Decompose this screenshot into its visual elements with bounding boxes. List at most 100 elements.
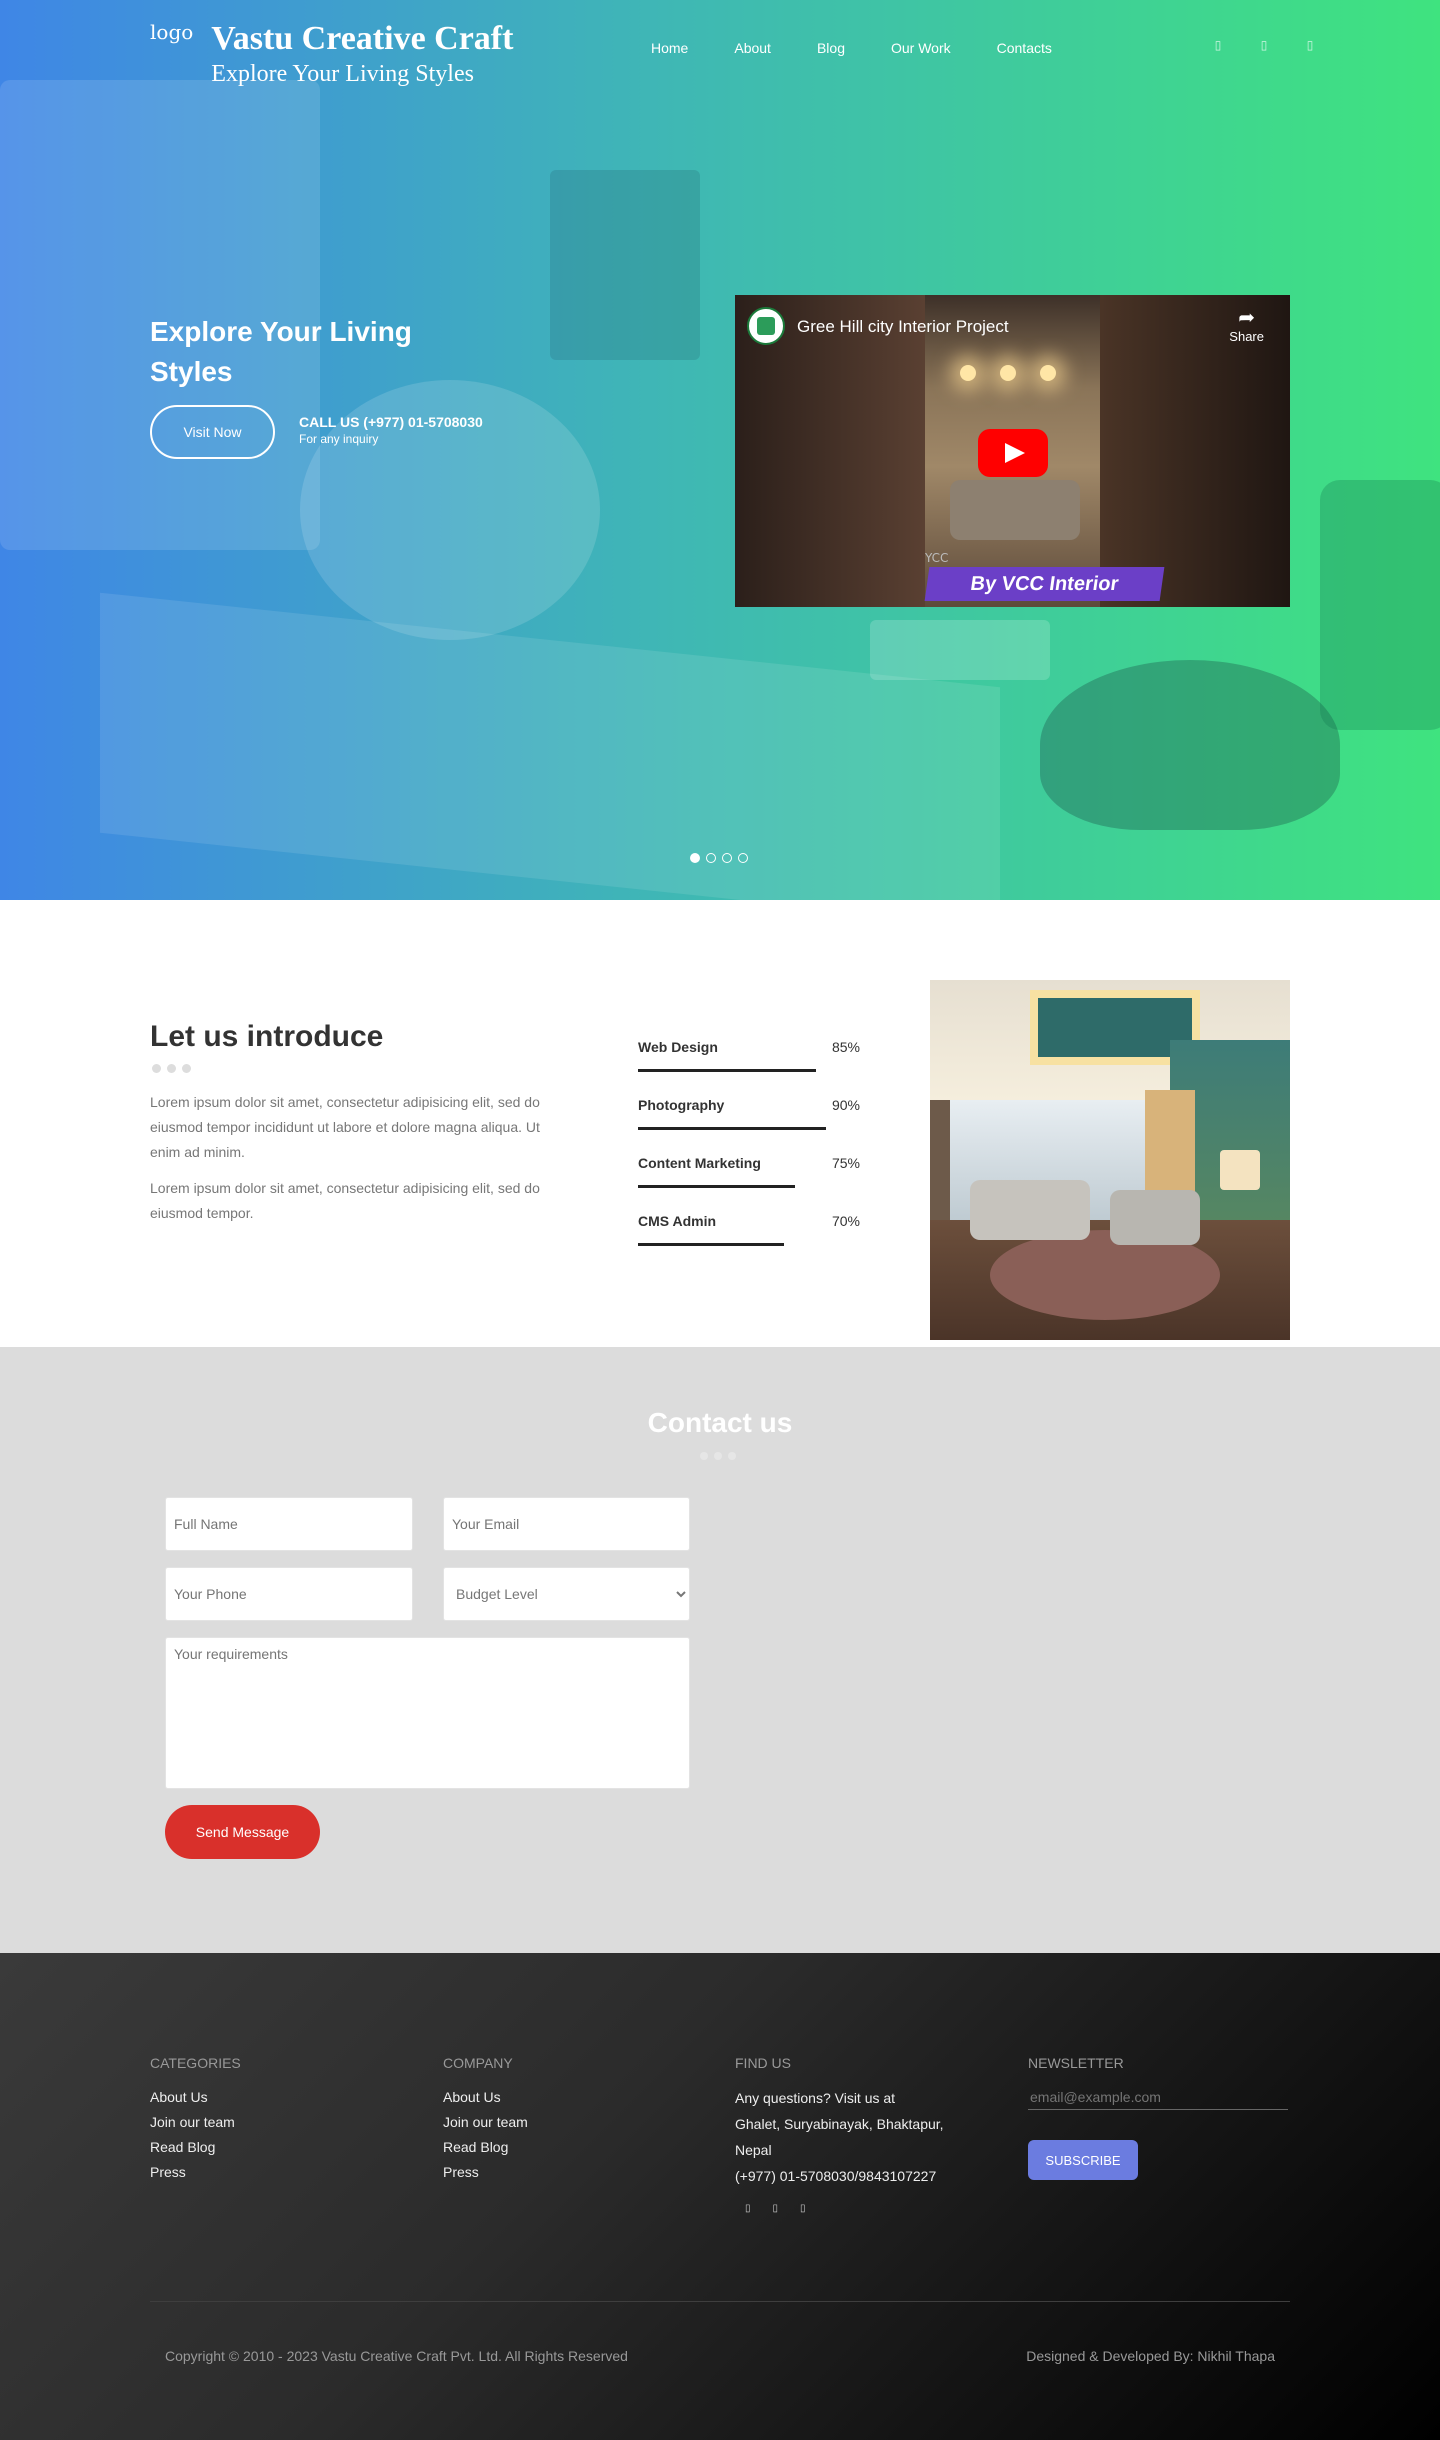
find-us-address: Ghalet, Suryabinayak, Bhaktapur, Nepal — [735, 2116, 944, 2158]
subscribe-button[interactable]: SUBSCRIBE — [1028, 2140, 1138, 2180]
nav-contacts[interactable]: Contacts — [997, 40, 1052, 56]
skill-bar — [638, 1127, 826, 1130]
nav-about[interactable]: About — [734, 40, 771, 56]
share-button[interactable]: ➦ Share — [1229, 307, 1264, 344]
social-icon[interactable]: ▯ — [800, 2203, 806, 2214]
footer-link[interactable]: About Us — [150, 2085, 241, 2110]
skill-name: Photography — [638, 1097, 725, 1113]
full-name-input[interactable] — [165, 1497, 413, 1551]
brand-tagline: Explore Your Living Styles — [211, 61, 474, 87]
footer-heading: CATEGORIES — [150, 2055, 241, 2071]
brand-name[interactable]: Vastu Creative Craft — [211, 18, 513, 60]
social-icon[interactable]: ▯ — [745, 2203, 751, 2214]
footer-newsletter: NEWSLETTER SUBSCRIBE — [1028, 2055, 1288, 2180]
video-title[interactable]: Gree Hill city Interior Project — [797, 317, 1009, 337]
skill-bar — [638, 1243, 784, 1246]
footer: CATEGORIES About Us Join our team Read B… — [0, 1953, 1440, 2440]
footer-company: COMPANY About Us Join our team Read Blog… — [443, 2055, 528, 2185]
visit-now-button[interactable]: Visit Now — [150, 405, 275, 459]
video-banner: By VCC Interior — [924, 567, 1165, 601]
intro-paragraph: Lorem ipsum dolor sit amet, consectetur … — [150, 1180, 540, 1221]
nav-our-work[interactable]: Our Work — [891, 40, 951, 56]
skill-item: CMS Admin 70% — [638, 1213, 860, 1271]
call-number: CALL US (+977) 01-5708030 — [299, 414, 483, 430]
divider-dot — [700, 1452, 708, 1460]
main-nav: Home About Blog Our Work Contacts — [651, 40, 1098, 56]
skill-name: Web Design — [638, 1039, 718, 1055]
slider-dot[interactable] — [738, 853, 748, 863]
intro-paragraph: Lorem ipsum dolor sit amet, consectetur … — [150, 1094, 540, 1160]
hero-bg-shape — [100, 592, 1000, 900]
skill-item: Photography 90% — [638, 1097, 860, 1155]
title-divider-dots — [700, 1452, 742, 1460]
social-icon[interactable]: ▯ — [1210, 38, 1226, 56]
social-icon[interactable]: ▯ — [1256, 38, 1272, 56]
find-us-phone: (+977) 01-5708030/9843107227 — [735, 2168, 937, 2184]
footer-heading: NEWSLETTER — [1028, 2055, 1124, 2071]
footer-heading: COMPANY — [443, 2055, 513, 2071]
footer-categories: CATEGORIES About Us Join our team Read B… — [150, 2055, 241, 2185]
interior-photo — [930, 980, 1290, 1340]
call-subtext: For any inquiry — [299, 432, 379, 446]
nav-home[interactable]: Home — [651, 40, 688, 56]
divider-dot — [714, 1452, 722, 1460]
social-links-top: ▯ ▯ ▯ — [1180, 38, 1318, 56]
contact-title: Contact us — [647, 1407, 793, 1438]
nav-blog[interactable]: Blog — [817, 40, 845, 56]
brand[interactable]: logo Vastu Creative Craft Explore Your L… — [150, 18, 513, 88]
video-light — [960, 365, 976, 381]
skill-name: Content Marketing — [638, 1155, 761, 1171]
footer-link[interactable]: About Us — [443, 2085, 528, 2110]
video-watermark: YCC — [925, 551, 949, 565]
video-light — [1040, 365, 1056, 381]
video-sofa — [950, 480, 1080, 540]
share-label: Share — [1229, 329, 1264, 344]
social-icon[interactable]: ▯ — [773, 2203, 779, 2214]
skill-bar — [638, 1185, 795, 1188]
footer-link[interactable]: Join our team — [443, 2110, 528, 2135]
requirements-textarea[interactable] — [165, 1637, 690, 1789]
email-input[interactable] — [443, 1497, 690, 1551]
hero-section: logo Vastu Creative Craft Explore Your L… — [0, 0, 1440, 900]
designed-by-text: Designed & Developed By: Nikhil Thapa — [1026, 2348, 1275, 2364]
slider-dot[interactable] — [690, 853, 700, 863]
divider-dot — [167, 1064, 176, 1073]
channel-avatar-icon[interactable] — [747, 307, 785, 345]
copyright-text: Copyright © 2010 - 2023 Vastu Creative C… — [165, 2348, 628, 2364]
skill-value: 90% — [831, 1097, 860, 1113]
newsletter-email-input[interactable] — [1028, 2085, 1288, 2110]
social-icon[interactable]: ▯ — [1302, 38, 1318, 56]
footer-link[interactable]: Read Blog — [443, 2135, 528, 2160]
footer-link[interactable]: Join our team — [150, 2110, 241, 2135]
footer-social-links: ▯ ▯ ▯ — [745, 2203, 975, 2214]
photo-lamp — [1220, 1150, 1260, 1190]
slider-dots — [690, 853, 754, 863]
budget-select[interactable]: Budget Level — [443, 1567, 690, 1621]
footer-find-us: FIND US Any questions? Visit us at Ghale… — [735, 2055, 975, 2214]
footer-link[interactable]: Press — [150, 2160, 241, 2185]
phone-input[interactable] — [165, 1567, 413, 1621]
skill-item: Web Design 85% — [638, 1039, 860, 1097]
intro-title: Let us introduce — [150, 1020, 384, 1053]
slider-dot[interactable] — [706, 853, 716, 863]
footer-link[interactable]: Read Blog — [150, 2135, 241, 2160]
play-button-icon[interactable] — [978, 429, 1048, 477]
skill-item: Content Marketing 75% — [638, 1155, 860, 1213]
contact-section: Contact us Budget Level Send Message — [0, 1347, 1440, 1953]
photo-sofa — [1110, 1190, 1200, 1245]
call-info: CALL US (+977) 01-5708030 For any inquir… — [299, 414, 483, 446]
divider-dot — [728, 1452, 736, 1460]
send-message-button[interactable]: Send Message — [165, 1805, 320, 1859]
skill-name: CMS Admin — [638, 1213, 717, 1229]
skill-value: 70% — [831, 1213, 860, 1229]
slider-dot[interactable] — [722, 853, 732, 863]
divider-dot — [182, 1064, 191, 1073]
skill-value: 75% — [831, 1155, 860, 1171]
hero-bg-shape — [870, 620, 1050, 680]
footer-link[interactable]: Press — [443, 2160, 528, 2185]
divider-dot — [152, 1064, 161, 1073]
hero-bg-mouse — [1040, 660, 1340, 830]
logo-image[interactable]: logo — [150, 20, 193, 44]
youtube-video-embed[interactable]: Gree Hill city Interior Project ➦ Share … — [735, 295, 1290, 607]
share-icon: ➦ — [1238, 307, 1256, 329]
